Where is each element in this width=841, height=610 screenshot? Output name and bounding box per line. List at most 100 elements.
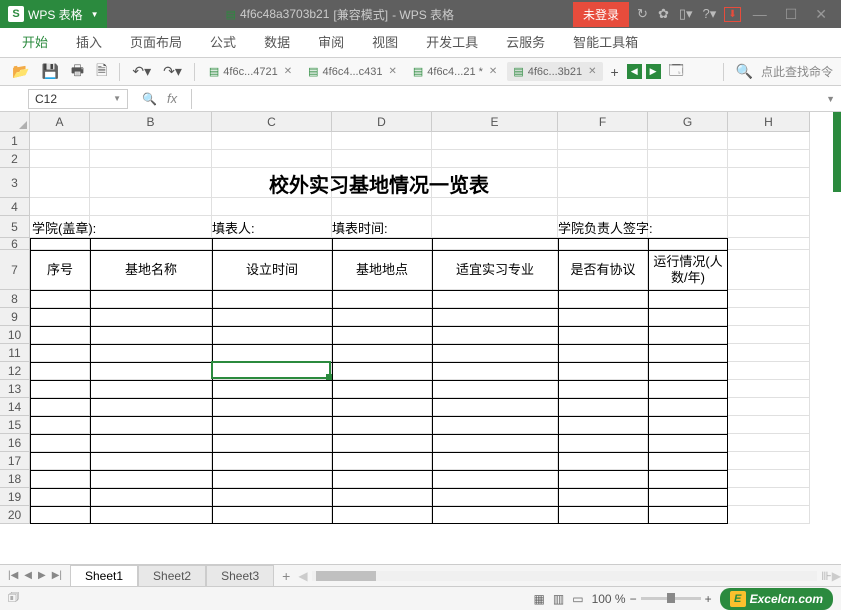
- sidebar-dock[interactable]: [833, 112, 841, 192]
- col-header-C[interactable]: C: [212, 112, 332, 132]
- doc-stats-icon[interactable]: 🗊: [8, 588, 19, 609]
- ribbon-tab-dev[interactable]: 开发工具: [412, 26, 492, 57]
- view-reading-icon[interactable]: ▭: [572, 592, 583, 606]
- sync-icon[interactable]: ↻: [635, 4, 650, 24]
- save-icon[interactable]: 💾: [37, 61, 62, 82]
- row-header-4[interactable]: 4: [0, 198, 30, 216]
- row-header-14[interactable]: 14: [0, 398, 30, 416]
- search-icon[interactable]: 🔍: [732, 61, 757, 82]
- formula-input[interactable]: [191, 89, 820, 109]
- row-header-16[interactable]: 16: [0, 434, 30, 452]
- row-header-10[interactable]: 10: [0, 326, 30, 344]
- close-icon[interactable]: ✕: [388, 66, 396, 77]
- row-header-5[interactable]: 5: [0, 216, 30, 238]
- ribbon-tab-insert[interactable]: 插入: [62, 26, 116, 57]
- col-header-B[interactable]: B: [90, 112, 212, 132]
- tab-next-button[interactable]: ▶: [646, 64, 661, 79]
- login-button[interactable]: 未登录: [573, 2, 629, 27]
- row-header-2[interactable]: 2: [0, 150, 30, 168]
- search-hint[interactable]: 点此查找命令: [761, 63, 833, 80]
- row-header-7[interactable]: 7: [0, 250, 30, 290]
- print-icon[interactable]: 🖶: [67, 58, 88, 86]
- maximize-button[interactable]: ☐: [779, 2, 804, 27]
- feedback-icon[interactable]: ⬇: [724, 7, 740, 22]
- row-header-18[interactable]: 18: [0, 470, 30, 488]
- col-header-D[interactable]: D: [332, 112, 432, 132]
- doc-tab-1[interactable]: ▤4f6c...4721✕: [203, 62, 298, 81]
- doc-tab-3[interactable]: ▤4f6c4...21 *✕: [407, 62, 503, 81]
- hscroll-area[interactable]: ◀ ⊪ ▶: [298, 569, 841, 583]
- sheet-next-icon[interactable]: ▶: [36, 570, 48, 581]
- sheet-first-icon[interactable]: |◀: [6, 570, 20, 581]
- redo-icon[interactable]: ↷▾: [159, 61, 186, 82]
- close-icon[interactable]: ✕: [284, 66, 292, 77]
- print-preview-icon[interactable]: 🗎: [92, 58, 111, 86]
- row-header-11[interactable]: 11: [0, 344, 30, 362]
- new-tab-icon[interactable]: +: [607, 62, 623, 82]
- separator: [723, 63, 724, 81]
- doc-icon: ▤: [413, 65, 423, 78]
- zoom-control[interactable]: 100 % − +: [592, 592, 712, 606]
- tab-list-icon[interactable]: 🗔: [665, 58, 688, 86]
- undo-icon[interactable]: ↶▾: [128, 61, 155, 82]
- split-icon[interactable]: ⊪: [821, 569, 831, 583]
- col-header-A[interactable]: A: [30, 112, 90, 132]
- app-badge[interactable]: S WPS 表格 ▼: [0, 0, 107, 28]
- help-icon[interactable]: ?▾: [701, 4, 719, 24]
- col-header-G[interactable]: G: [648, 112, 728, 132]
- zoom-in-icon[interactable]: +: [705, 592, 712, 606]
- skin-dropdown[interactable]: ▯▾: [677, 4, 695, 24]
- sheet-prev-icon[interactable]: ◀: [22, 570, 34, 581]
- expand-formula-icon[interactable]: ▼: [820, 94, 841, 104]
- row-header-20[interactable]: 20: [0, 506, 30, 524]
- close-icon[interactable]: ✕: [489, 66, 497, 77]
- gear-icon[interactable]: ✿: [656, 4, 671, 24]
- sheet-tab-3[interactable]: Sheet3: [206, 565, 274, 586]
- formula-bar: C12 ▼ 🔍 fx ▼: [0, 86, 841, 112]
- ribbon-tab-cloud[interactable]: 云服务: [492, 26, 559, 57]
- col-header-F[interactable]: F: [558, 112, 648, 132]
- chevron-down-icon[interactable]: ▼: [113, 94, 121, 103]
- ribbon-tab-smart[interactable]: 智能工具箱: [559, 26, 652, 57]
- doc-tab-4[interactable]: ▤4f6c...3b21✕: [507, 62, 602, 81]
- add-sheet-icon[interactable]: +: [274, 568, 298, 584]
- doc-tab-2[interactable]: ▤4f6c4...c431✕: [302, 62, 403, 81]
- row-header-3[interactable]: 3: [0, 168, 30, 198]
- row-header-6[interactable]: 6: [0, 238, 30, 250]
- row-header-8[interactable]: 8: [0, 290, 30, 308]
- minimize-button[interactable]: —: [747, 2, 773, 26]
- row-header-12[interactable]: 12: [0, 362, 30, 380]
- zoom-search-icon[interactable]: 🔍: [142, 92, 157, 106]
- tab-prev-button[interactable]: ◀: [627, 64, 642, 79]
- table-header-4: 适宜实习专业: [432, 250, 558, 290]
- col-header-E[interactable]: E: [432, 112, 558, 132]
- name-box[interactable]: C12 ▼: [28, 89, 128, 109]
- close-icon[interactable]: ✕: [588, 66, 596, 77]
- ribbon-tab-view[interactable]: 视图: [358, 26, 412, 57]
- ribbon-tab-start[interactable]: 开始: [8, 26, 62, 57]
- col-header-H[interactable]: H: [728, 112, 810, 132]
- close-button[interactable]: ✕: [809, 2, 833, 27]
- sheet-tab-1[interactable]: Sheet1: [70, 565, 138, 586]
- row-header-17[interactable]: 17: [0, 452, 30, 470]
- view-normal-icon[interactable]: ▦: [534, 592, 545, 606]
- sheet-last-icon[interactable]: ▶|: [50, 570, 64, 581]
- zoom-out-icon[interactable]: −: [630, 592, 637, 606]
- ribbon-tab-layout[interactable]: 页面布局: [116, 26, 196, 57]
- row-header-9[interactable]: 9: [0, 308, 30, 326]
- row-header-1[interactable]: 1: [0, 132, 30, 150]
- ribbon-tab-data[interactable]: 数据: [250, 26, 304, 57]
- fx-icon[interactable]: fx: [167, 91, 177, 106]
- separator: [194, 63, 195, 81]
- row-header-13[interactable]: 13: [0, 380, 30, 398]
- open-icon[interactable]: 📂: [8, 61, 33, 82]
- chevron-down-icon[interactable]: ▼: [91, 10, 99, 19]
- ribbon-tab-review[interactable]: 审阅: [304, 26, 358, 57]
- ribbon-tab-formula[interactable]: 公式: [196, 26, 250, 57]
- view-page-icon[interactable]: ▥: [553, 592, 564, 606]
- select-all-corner[interactable]: [0, 112, 30, 132]
- zoom-slider[interactable]: [641, 597, 701, 600]
- row-header-19[interactable]: 19: [0, 488, 30, 506]
- sheet-tab-2[interactable]: Sheet2: [138, 565, 206, 586]
- row-header-15[interactable]: 15: [0, 416, 30, 434]
